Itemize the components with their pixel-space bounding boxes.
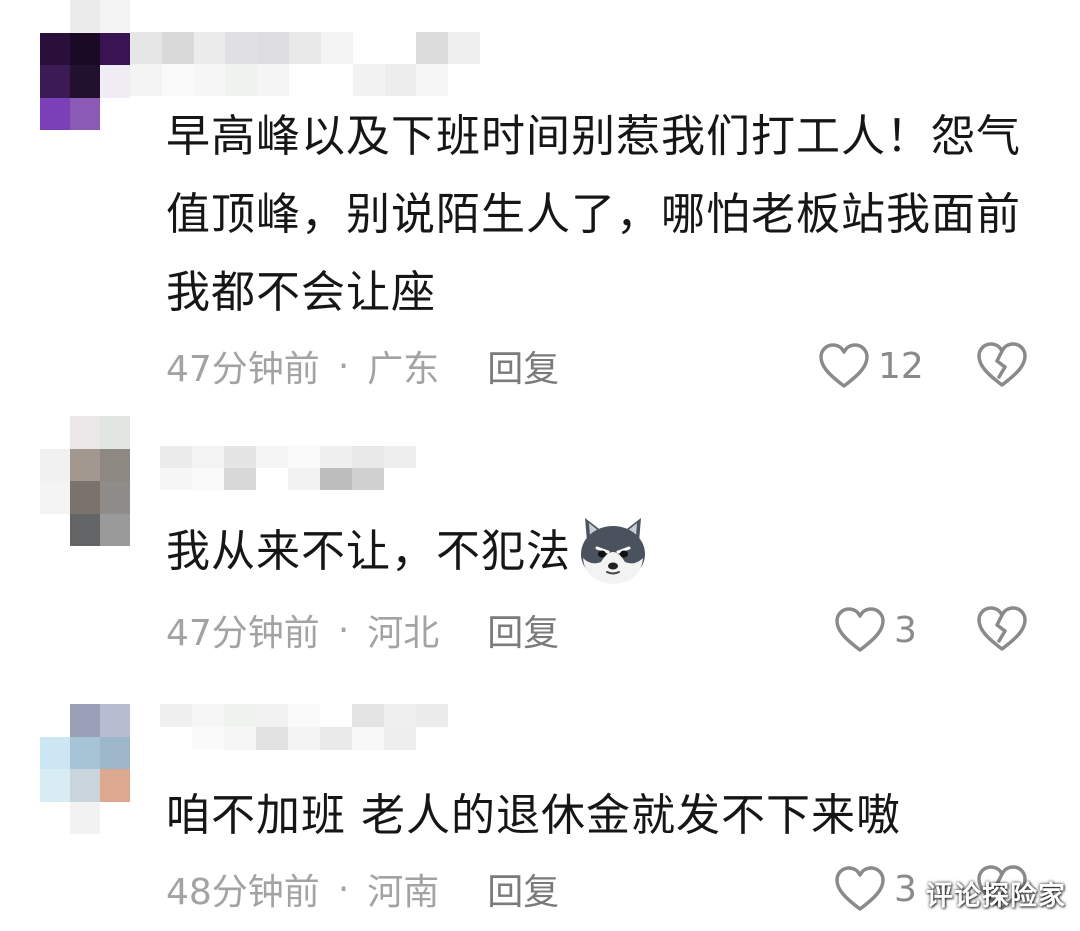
reply-button[interactable]: 回复 xyxy=(487,340,559,392)
comment-meta: 48分钟前 · 河南 回复 xyxy=(166,864,559,914)
separator-dot: · xyxy=(337,868,350,910)
reply-button[interactable]: 回复 xyxy=(487,604,559,656)
reply-button[interactable]: 回复 xyxy=(487,863,559,915)
comment-item: 我从来不让，不犯法 47分钟前 · 河北 回复 3 xyxy=(0,400,1080,670)
husky-dog-emoji xyxy=(575,512,651,588)
comment-text: 我从来不让，不犯法 xyxy=(166,513,1046,592)
username[interactable] xyxy=(130,32,480,96)
broken-heart-icon xyxy=(977,342,1027,387)
avatar[interactable] xyxy=(40,416,130,546)
like-button[interactable]: 12 xyxy=(818,341,924,391)
username[interactable] xyxy=(160,704,448,750)
dislike-button[interactable] xyxy=(977,605,1027,655)
comment-item: 咱不加班 老人的退休金就发不下来嗷 48分钟前 · 河南 回复 3 xyxy=(0,670,1080,931)
separator-dot: · xyxy=(337,609,350,651)
like-button[interactable]: 3 xyxy=(834,864,917,914)
comment-meta: 47分钟前 · 广东 回复 xyxy=(166,341,559,391)
username[interactable] xyxy=(160,446,416,490)
watermark: 评论探险家 xyxy=(926,881,1066,912)
comment-time: 48分钟前 xyxy=(166,872,320,913)
comment-item: 早高峰以及下班时间别惹我们打工人！怨气值顶峰，别说陌生人了，哪怕老板站我面前我都… xyxy=(0,0,1080,400)
like-count: 12 xyxy=(878,345,924,387)
comment-location: 河北 xyxy=(367,613,440,654)
heart-outline-icon xyxy=(835,866,885,911)
comment-text: 咱不加班 老人的退休金就发不下来嗷 xyxy=(166,790,901,841)
broken-heart-icon xyxy=(977,606,1027,651)
comment-text: 早高峰以及下班时间别惹我们打工人！怨气值顶峰，别说陌生人了，哪怕老板站我面前我都… xyxy=(166,111,1021,318)
comment-location: 河南 xyxy=(367,872,440,913)
comment-text-content: 我从来不让，不犯法 xyxy=(166,526,571,577)
comment-time: 47分钟前 xyxy=(166,349,320,390)
avatar[interactable] xyxy=(40,704,130,834)
comment-meta: 47分钟前 · 河北 回复 xyxy=(166,605,559,655)
separator-dot: · xyxy=(337,345,350,387)
heart-outline-icon xyxy=(819,343,869,388)
comment-location: 广东 xyxy=(367,349,440,390)
heart-outline-icon xyxy=(835,607,885,652)
like-count: 3 xyxy=(894,609,917,651)
like-count: 3 xyxy=(894,868,917,910)
comment-time: 47分钟前 xyxy=(166,613,320,654)
like-button[interactable]: 3 xyxy=(834,605,917,655)
dislike-button[interactable] xyxy=(977,341,1027,391)
avatar[interactable] xyxy=(40,0,130,130)
